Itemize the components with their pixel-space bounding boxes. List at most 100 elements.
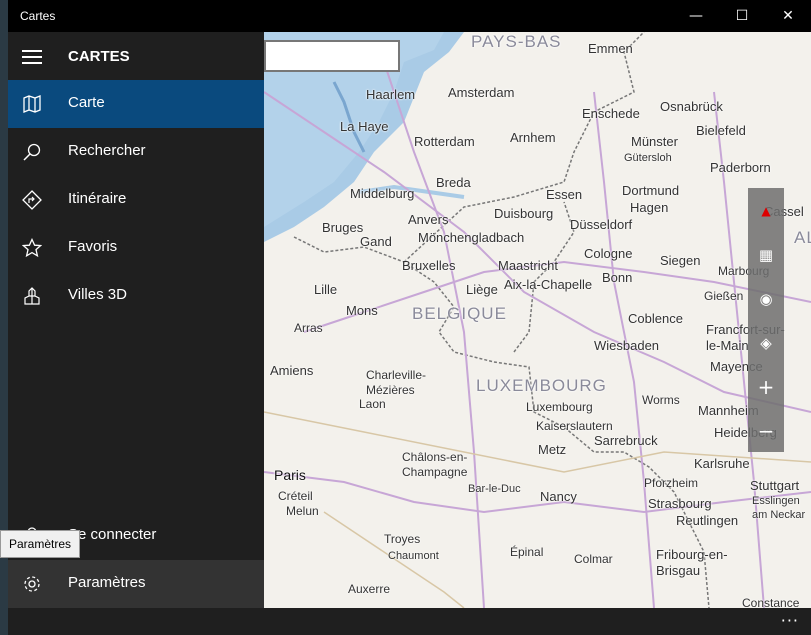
map-label-city: Osnabrück: [660, 99, 723, 114]
nav-item-search[interactable]: Rechercher: [8, 128, 264, 176]
maps-window: Cartes — ☐ ✕ PAYS-BAS BELGIQUE LUXEMBOUR…: [8, 0, 811, 635]
map-label-city: Épinal: [510, 545, 544, 559]
layers-icon[interactable]: ◈: [748, 328, 784, 358]
map-label-city: Rotterdam: [414, 134, 475, 149]
map-label-country: PAYS-BAS: [471, 32, 562, 51]
map-label-city: Karlsruhe: [694, 456, 750, 471]
map-label-city: Arras: [294, 321, 323, 335]
nav-item-directions[interactable]: Itinéraire: [8, 176, 264, 224]
map-label-city: Enschede: [582, 106, 640, 121]
map-label-city: Gütersloh: [624, 152, 672, 164]
map-label-country: BELGIQUE: [412, 304, 507, 323]
map-label-city: Mons: [346, 303, 378, 318]
map-canvas[interactable]: PAYS-BAS BELGIQUE LUXEMBOURG ALLE Emmen …: [264, 32, 811, 608]
minimize-button[interactable]: —: [673, 0, 719, 32]
map-label-city: Châlons-en-Champagne: [402, 450, 468, 479]
map-label-city: Constance: [742, 596, 800, 608]
map-label-city: Strasbourg: [648, 496, 712, 511]
settings-label: Paramètres: [68, 574, 146, 591]
map-label-city: Laon: [359, 397, 386, 411]
map-label-city: Auxerre: [348, 582, 391, 596]
map-label-city: La Haye: [340, 119, 389, 134]
nav-item-label: Carte: [68, 94, 105, 111]
directions-icon: [22, 190, 42, 210]
map-label-city: Aix-la-Chapelle: [504, 277, 593, 292]
map-label-city: Lille: [314, 282, 338, 297]
map-label-city: Paderborn: [710, 160, 771, 175]
close-button[interactable]: ✕: [765, 0, 811, 32]
search-icon: [23, 143, 41, 161]
map-label-city: Wiesbaden: [594, 338, 660, 353]
map-label-city: Middelburg: [350, 186, 415, 201]
nav-item-label: Rechercher: [68, 142, 146, 159]
map-label-city: Nancy: [540, 489, 577, 504]
nav-item-label: Favoris: [68, 238, 118, 255]
bottom-app-bar: ···: [8, 608, 811, 635]
map-label-city: Anvers: [408, 212, 449, 227]
hamburger-menu-icon[interactable]: [22, 50, 42, 64]
zoom-in-icon[interactable]: +: [748, 372, 784, 402]
map-label-city: Hagen: [630, 200, 669, 215]
map-label-city: Worms: [642, 393, 680, 407]
map-label-city: Bonn: [602, 270, 633, 285]
map-icon: [23, 95, 41, 113]
map-label-city: Liège: [466, 282, 498, 297]
map-label-city: Créteil: [278, 489, 313, 503]
title-bar: Cartes — ☐ ✕: [8, 0, 811, 32]
map-label-city: Duisbourg: [494, 206, 554, 221]
window-title: Cartes: [20, 9, 56, 23]
map-tool-rail: ▲ ▦ ◉ ◈ + −: [748, 188, 784, 452]
map-label-city: Dortmund: [622, 183, 680, 198]
navigation-pane: CARTES Carte Rechercher Itinéraire Favor…: [8, 32, 264, 608]
more-options-button[interactable]: ···: [781, 611, 799, 630]
map-label-city: Chaumont: [388, 550, 439, 562]
nav-item-favorites[interactable]: Favoris: [8, 224, 264, 272]
map-label-city: Bar-le-Duc: [468, 483, 521, 495]
nav-item-label: Villes 3D: [68, 286, 127, 303]
map-label-city: Luxembourg: [526, 400, 593, 414]
star-icon: [22, 238, 42, 258]
map-label-city: Fribourg-en-Brisgau: [656, 547, 728, 578]
map-label-city: Esslingen am Neckar: [752, 495, 806, 521]
map-label-city: Reutlingen: [676, 513, 739, 528]
settings-item[interactable]: Paramètres: [8, 560, 264, 608]
map-label-city: Mönchengladbach: [418, 230, 525, 245]
nav-item-map[interactable]: Carte: [8, 80, 264, 128]
gear-icon: [24, 576, 40, 592]
map-view-icon[interactable]: ▦: [748, 240, 784, 270]
map-label-city: Coblence: [628, 311, 683, 326]
sign-in-label: Se connecter: [68, 526, 157, 543]
map-label-city: Paris: [274, 467, 306, 483]
nav-item-3d-cities[interactable]: Villes 3D: [8, 272, 264, 320]
map-label-city: Amiens: [270, 363, 314, 378]
map-label-city: Sarrebruck: [594, 433, 658, 448]
map-label-city: Colmar: [574, 552, 613, 566]
map-label-city: Breda: [436, 175, 471, 190]
map-label-city: Melun: [286, 504, 319, 518]
map-label-city: Kaiserslautern: [536, 419, 613, 433]
locate-icon[interactable]: ◉: [748, 284, 784, 314]
map-label-city: Emmen: [588, 41, 633, 56]
compass-icon[interactable]: ▲: [748, 196, 784, 226]
map-label-city: Essen: [546, 187, 583, 202]
settings-tooltip: Paramètres: [0, 530, 81, 558]
map-label-city: Cologne: [584, 246, 633, 261]
map-label-city: Charleville-Mézières: [366, 368, 427, 397]
maximize-button[interactable]: ☐: [719, 0, 765, 32]
map-label-city: Metz: [538, 442, 567, 457]
map-search-box[interactable]: [264, 40, 400, 72]
map-label-city: Stuttgart: [750, 478, 800, 493]
map-label-city: Troyes: [384, 532, 421, 546]
map-label-city: Haarlem: [366, 87, 416, 102]
map-label-city: Bruges: [322, 220, 364, 235]
map-label-city: Bruxelles: [402, 258, 456, 273]
map-label-country: LUXEMBOURG: [476, 376, 607, 395]
zoom-out-icon[interactable]: −: [748, 416, 784, 446]
map-label-city: Amsterdam: [448, 85, 515, 100]
map-label-city: Siegen: [660, 253, 701, 268]
map-label-city: Gießen: [704, 289, 744, 303]
map-label-city: Düsseldorf: [570, 217, 633, 232]
app-title: CARTES: [68, 48, 130, 65]
map-label-country: ALLE: [794, 228, 811, 247]
map-label-city: Arnhem: [510, 130, 556, 145]
